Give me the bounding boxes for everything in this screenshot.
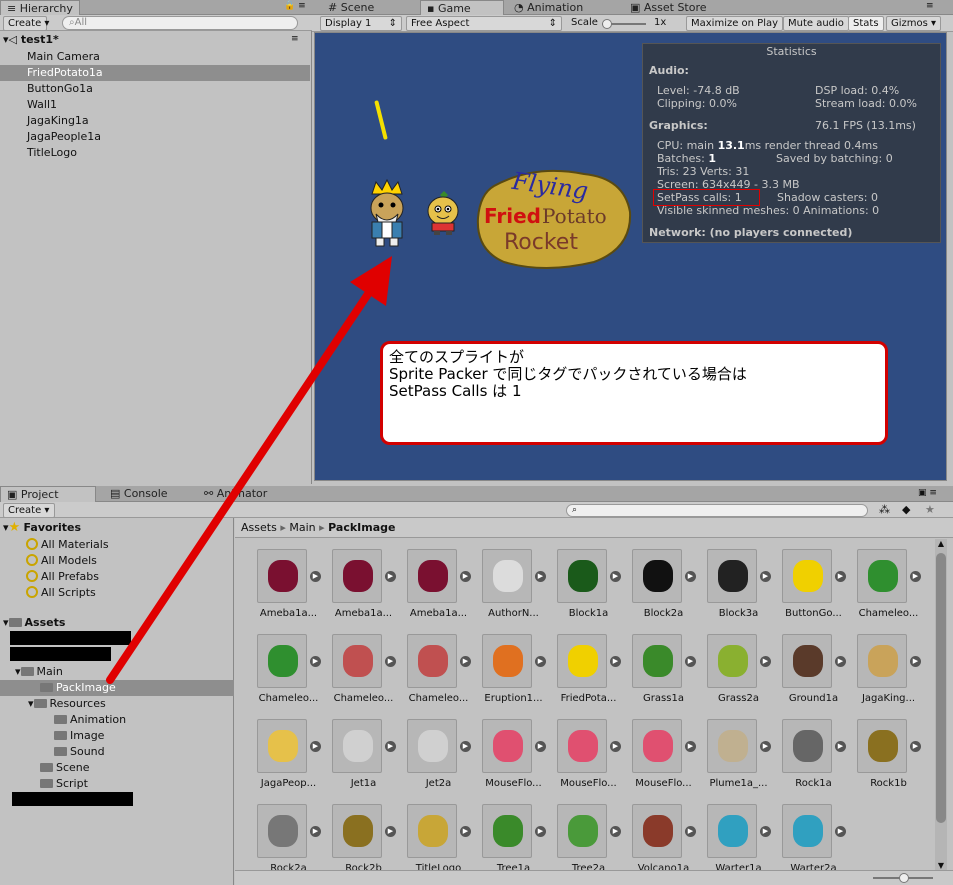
annotation-arrow	[106, 256, 392, 684]
